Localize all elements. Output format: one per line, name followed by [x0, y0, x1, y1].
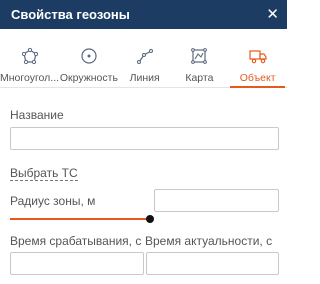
relevance-time-label: Время актуальности, с [145, 234, 273, 248]
radius-slider[interactable] [10, 213, 280, 225]
geometry-tabs: Многоугол... Окружность Линия Карта Объе… [0, 42, 287, 88]
tab-label: Линия [129, 72, 160, 84]
radius-input[interactable] [154, 189, 279, 212]
tab-polygon[interactable]: Многоугол... [0, 42, 59, 87]
line-icon [119, 44, 171, 68]
truck-icon [228, 44, 287, 68]
tab-label: Объект [239, 72, 276, 84]
geofence-properties-panel: Свойства геозоны ✕ Многоугол... Окружнос… [0, 0, 287, 284]
radius-label: Радиус зоны, м [10, 194, 96, 208]
polygon-icon [0, 44, 59, 68]
tab-label: Окружность [59, 72, 118, 84]
trigger-time-input[interactable] [10, 252, 144, 275]
map-icon [171, 44, 229, 68]
name-input[interactable] [10, 127, 279, 150]
radius-slider-fill [10, 218, 150, 220]
select-vehicle-link[interactable]: Выбрать ТС [10, 166, 78, 181]
tab-label: Многоугол... [0, 72, 60, 84]
tab-line[interactable]: Линия [119, 42, 171, 87]
trigger-time-label: Время срабатывания, с [10, 234, 142, 248]
tab-map[interactable]: Карта [171, 42, 229, 87]
close-icon[interactable]: ✕ [266, 7, 279, 22]
relevance-time-input[interactable] [146, 252, 279, 275]
name-label: Название [10, 108, 64, 122]
panel-header: Свойства геозоны ✕ [0, 0, 287, 29]
select-vehicle-wrap: Выбрать ТС [10, 164, 78, 182]
tab-circle[interactable]: Окружность [59, 42, 119, 87]
tab-label: Карта [185, 72, 214, 84]
tab-object[interactable]: Объект [228, 42, 287, 88]
panel-title: Свойства геозоны [11, 7, 130, 22]
radius-slider-thumb[interactable] [146, 215, 154, 223]
circle-icon [59, 44, 119, 68]
